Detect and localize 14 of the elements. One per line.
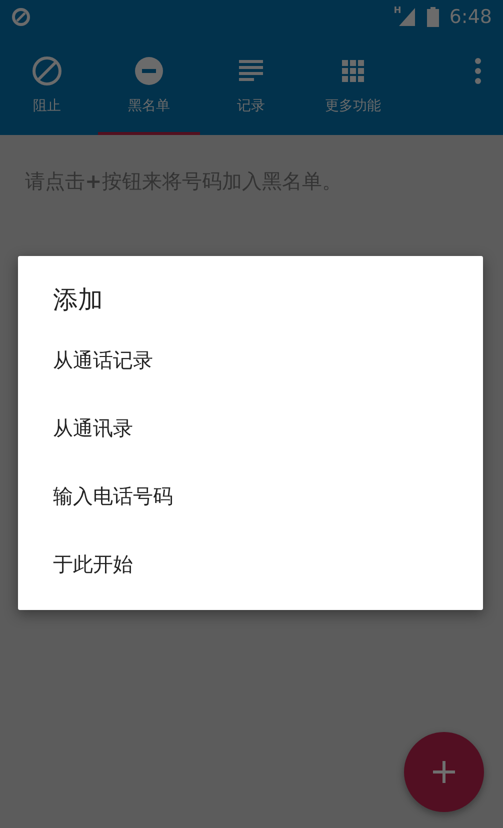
- menu-item[interactable]: 于此开始: [53, 530, 483, 598]
- battery-icon: [427, 7, 440, 27]
- blocked-icon: [11, 7, 31, 27]
- more-options-icon[interactable]: [473, 56, 483, 84]
- add-icon: [433, 761, 455, 783]
- dialog-title: 添加: [53, 284, 104, 316]
- menu-item[interactable]: 从通讯录: [53, 394, 483, 462]
- clock-time: 6:48: [449, 6, 492, 28]
- signal-icon: [399, 8, 416, 26]
- menu-item[interactable]: 输入电话号码: [53, 462, 483, 530]
- block-icon: [31, 55, 63, 87]
- menu-item[interactable]: 从通话记录: [53, 326, 483, 394]
- minus-circle-icon: [133, 55, 165, 87]
- network-type-label: H: [394, 6, 402, 16]
